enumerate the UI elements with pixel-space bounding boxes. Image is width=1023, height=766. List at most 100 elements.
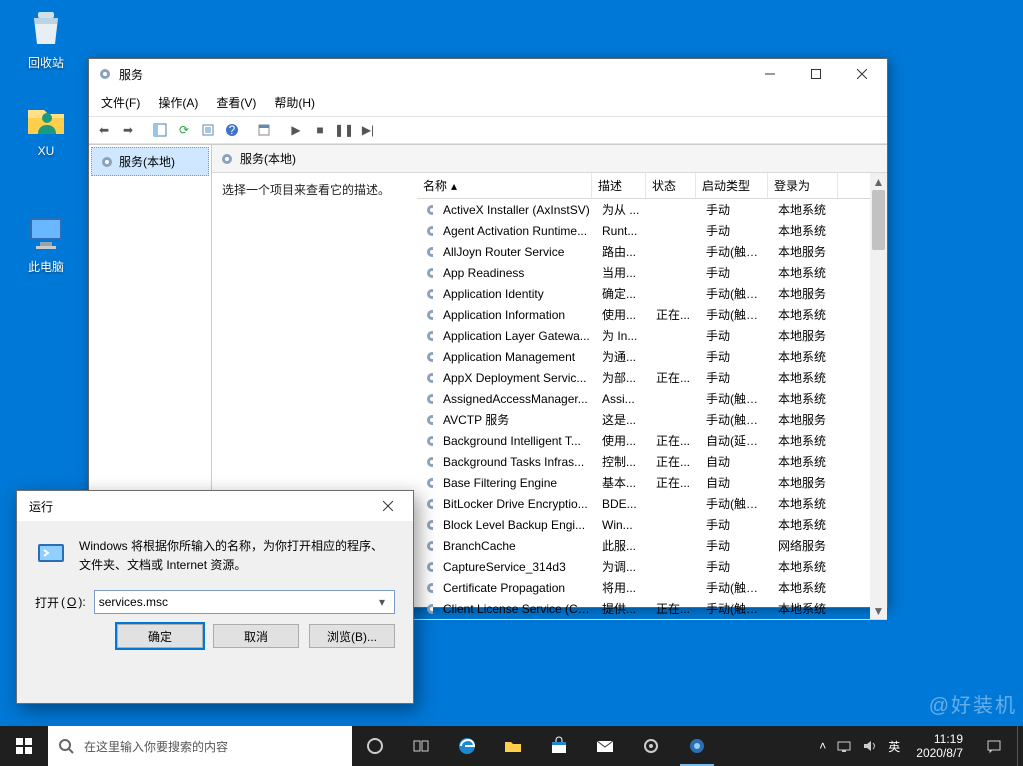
toolbar-back-icon[interactable]: ⬅: [93, 119, 115, 141]
cancel-button[interactable]: 取消: [213, 624, 299, 648]
toolbar-properties-icon[interactable]: [253, 119, 275, 141]
cell-desc: Runt...: [596, 224, 650, 238]
column-desc[interactable]: 描述: [592, 173, 646, 198]
taskbar-clock[interactable]: 11:19 2020/8/7: [908, 732, 971, 761]
service-row[interactable]: CaptureService_314d3为调...手动本地系统: [417, 556, 870, 577]
service-row[interactable]: BitLocker Drive Encryptio...BDE...手动(触发.…: [417, 493, 870, 514]
menu-file[interactable]: 文件(F): [93, 91, 148, 114]
task-view-icon[interactable]: [352, 726, 398, 766]
mail-icon[interactable]: [582, 726, 628, 766]
service-row[interactable]: Block Level Backup Engi...Win...手动本地系统: [417, 514, 870, 535]
start-button[interactable]: [0, 726, 48, 766]
toolbar-show-hide-tree-icon[interactable]: [149, 119, 171, 141]
taskbar-search[interactable]: 在这里输入你要搜索的内容: [48, 726, 352, 766]
service-row[interactable]: Background Tasks Infras...控制...正在...自动本地…: [417, 451, 870, 472]
vertical-scrollbar[interactable]: ▲ ▼: [870, 173, 887, 619]
service-row[interactable]: Application Management为通...手动本地系统: [417, 346, 870, 367]
service-row[interactable]: AppX Deployment Servic...为部...正在...手动本地系…: [417, 367, 870, 388]
scroll-up-icon[interactable]: ▲: [870, 173, 887, 190]
scroll-track[interactable]: [870, 190, 887, 602]
column-logon[interactable]: 登录为: [768, 173, 838, 198]
toolbar-start-icon[interactable]: ▶: [285, 119, 307, 141]
toolbar-refresh-icon[interactable]: ⟳: [173, 119, 195, 141]
cell-name: Base Filtering Engine: [437, 476, 596, 490]
service-row[interactable]: Application Layer Gatewa...为 In...手动本地服务: [417, 325, 870, 346]
settings-gear-icon[interactable]: [628, 726, 674, 766]
cell-startup: 手动: [700, 222, 772, 239]
minimize-button[interactable]: [747, 59, 793, 89]
toolbar-restart-icon[interactable]: ▶|: [357, 119, 379, 141]
gear-icon: [419, 371, 433, 385]
scroll-thumb[interactable]: [872, 190, 885, 250]
volume-icon[interactable]: [862, 738, 878, 754]
show-desktop-button[interactable]: [1017, 726, 1023, 766]
toolbar-stop-icon[interactable]: ■: [309, 119, 331, 141]
service-row[interactable]: App Readiness当用...手动本地系统: [417, 262, 870, 283]
cell-status: 正在...: [650, 432, 700, 449]
run-titlebar[interactable]: 运行: [17, 491, 413, 521]
chevron-down-icon[interactable]: ▾: [374, 595, 390, 609]
service-row[interactable]: AVCTP 服务这是...手动(触发...本地服务: [417, 409, 870, 430]
service-row[interactable]: Application Information使用...正在...手动(触发..…: [417, 304, 870, 325]
close-button[interactable]: [839, 59, 885, 89]
search-placeholder: 在这里输入你要搜索的内容: [84, 738, 228, 755]
cell-name: Background Tasks Infras...: [437, 455, 596, 469]
cell-logon: 本地系统: [772, 579, 842, 596]
scroll-down-icon[interactable]: ▼: [870, 602, 887, 619]
service-row[interactable]: Base Filtering Engine基本...正在...自动本地服务: [417, 472, 870, 493]
service-row[interactable]: Certificate Propagation将用...手动(触发...本地系统: [417, 577, 870, 598]
store-icon[interactable]: [536, 726, 582, 766]
tray-chevron-up-icon[interactable]: ˄: [819, 739, 826, 753]
tree-node-services-local[interactable]: 服务(本地): [91, 147, 209, 176]
toolbar-help-icon[interactable]: ?: [221, 119, 243, 141]
column-startup[interactable]: 启动类型: [696, 173, 768, 198]
maximize-button[interactable]: [793, 59, 839, 89]
toolbar-export-icon[interactable]: [197, 119, 219, 141]
service-row[interactable]: Background Intelligent T...使用...正在...自动(…: [417, 430, 870, 451]
gear-icon: [419, 602, 433, 616]
service-row[interactable]: ActiveX Installer (AxInstSV)为从 ...手动本地系统: [417, 199, 870, 220]
service-row[interactable]: AllJoyn Router Service路由...手动(触发...本地服务: [417, 241, 870, 262]
taskbar-item-services[interactable]: [674, 726, 720, 766]
gear-icon: [100, 155, 114, 169]
cell-desc: 基本...: [596, 474, 650, 491]
toolbar-forward-icon[interactable]: ➡: [117, 119, 139, 141]
column-status[interactable]: 状态: [646, 173, 696, 198]
service-row[interactable]: Agent Activation Runtime...Runt...手动本地系统: [417, 220, 870, 241]
browse-button[interactable]: 浏览(B)...: [309, 624, 395, 648]
services-rows: ActiveX Installer (AxInstSV)为从 ...手动本地系统…: [417, 199, 870, 619]
service-row[interactable]: AssignedAccessManager...Assi...手动(触发...本…: [417, 388, 870, 409]
network-icon[interactable]: [836, 738, 852, 754]
service-row[interactable]: Client License Service (Cli...提供...正在...…: [417, 598, 870, 619]
cell-desc: 为 In...: [596, 327, 650, 344]
cell-logon: 本地服务: [772, 474, 842, 491]
edge-icon[interactable]: [444, 726, 490, 766]
services-titlebar[interactable]: 服务: [89, 59, 887, 89]
cell-name: Application Layer Gatewa...: [437, 329, 596, 343]
menu-help[interactable]: 帮助(H): [266, 91, 323, 114]
cell-desc: Win...: [596, 518, 650, 532]
ime-indicator[interactable]: 英: [888, 738, 900, 755]
cell-status: 正在...: [650, 453, 700, 470]
menu-view[interactable]: 查看(V): [208, 91, 264, 114]
cell-logon: 本地系统: [772, 390, 842, 407]
open-combobox[interactable]: ▾: [94, 590, 395, 614]
services-toolbar: ⬅ ➡ ⟳ ? ▶ ■ ❚❚ ▶|: [89, 116, 887, 144]
service-row[interactable]: Application Identity确定...手动(触发...本地服务: [417, 283, 870, 304]
cell-logon: 本地系统: [772, 306, 842, 323]
column-name[interactable]: 名称▴: [417, 173, 592, 198]
desktop-icon-this-pc[interactable]: 此电脑: [8, 210, 84, 275]
cell-startup: 手动(触发...: [700, 390, 772, 407]
desktop-icon-folder[interactable]: XU: [8, 96, 84, 158]
menu-action[interactable]: 操作(A): [150, 91, 206, 114]
service-row[interactable]: BranchCache此服...手动网络服务: [417, 535, 870, 556]
ok-button[interactable]: 确定: [117, 624, 203, 648]
open-input[interactable]: [99, 595, 374, 609]
action-center-icon[interactable]: [971, 726, 1017, 766]
toolbar-pause-icon[interactable]: ❚❚: [333, 119, 355, 141]
close-button[interactable]: [365, 491, 411, 521]
file-explorer-icon[interactable]: [490, 726, 536, 766]
cell-name: App Readiness: [437, 266, 596, 280]
cortana-icon[interactable]: [398, 726, 444, 766]
desktop-icon-recycle-bin[interactable]: 回收站: [8, 6, 84, 71]
